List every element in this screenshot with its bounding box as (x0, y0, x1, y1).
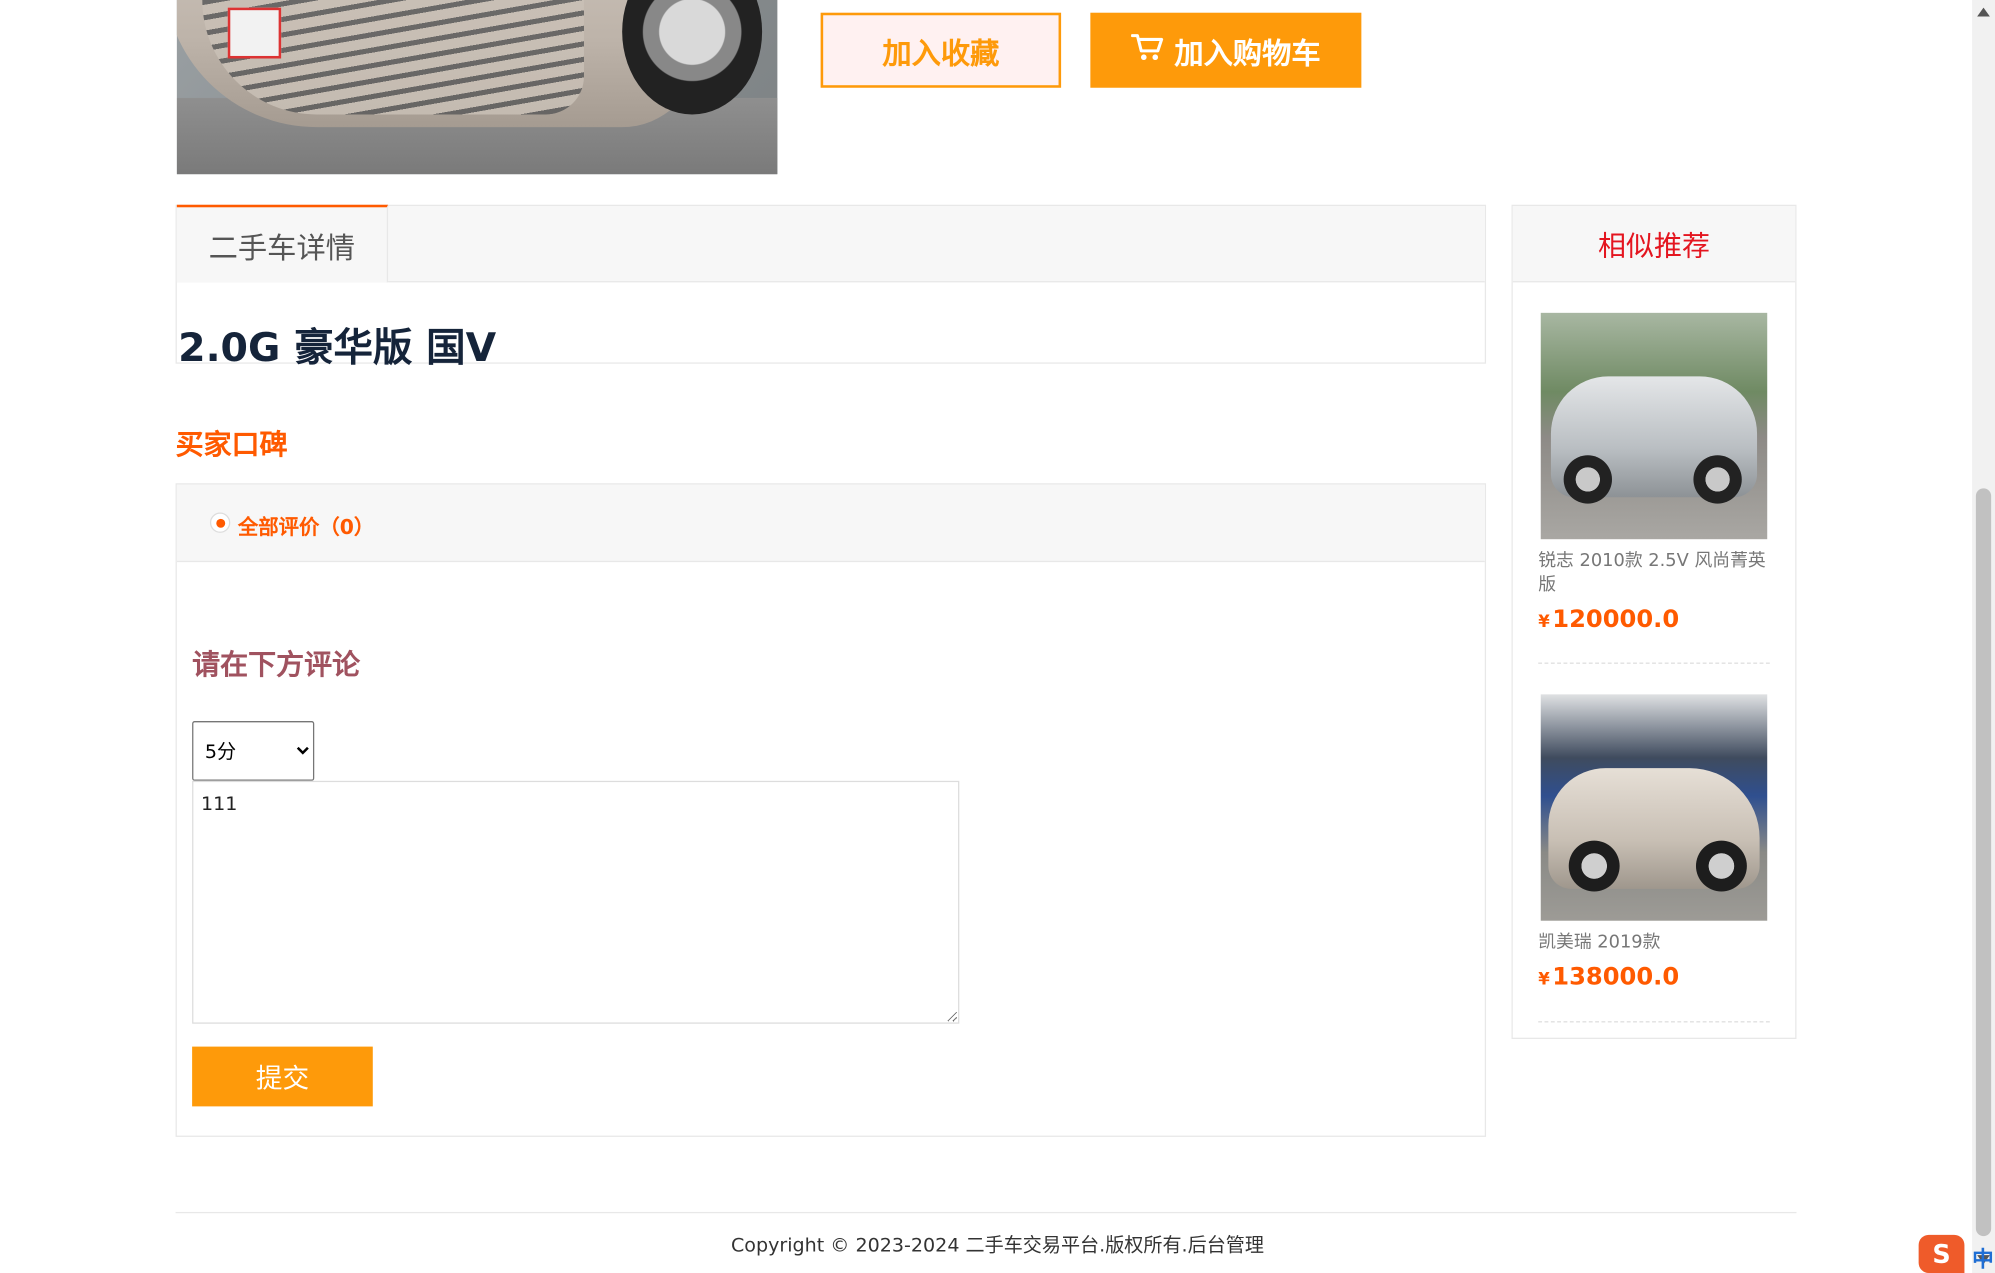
sidebar-title: 相似推荐 (1512, 206, 1796, 283)
admin-link[interactable]: 后台管理 (1188, 1234, 1264, 1257)
scrollbar-thumb[interactable] (1975, 488, 1992, 1237)
product-image-plate (227, 7, 282, 59)
product-image[interactable] (176, 0, 778, 175)
similar-recommendations: 相似推荐 锐志 2010款 2.5V 风尚菁英版 ¥120000.0 凯美瑞 2… (1511, 204, 1797, 1039)
recommendation-item[interactable]: 凯美瑞 2019款 ¥138000.0 (1538, 694, 1770, 1023)
score-select[interactable]: 5分 (192, 721, 315, 781)
wheel-shape (1693, 455, 1742, 504)
reviews-panel: 全部评价（0） 请在下方评论 5分 111 提交 (175, 483, 1487, 1137)
comment-heading: 请在下方评论 (192, 649, 361, 682)
wheel-shape (1568, 840, 1620, 892)
recommendation-name[interactable]: 锐志 2010款 2.5V 风尚菁英版 (1538, 549, 1770, 597)
currency-symbol: ¥ (1538, 970, 1550, 990)
all-reviews-radio[interactable] (209, 512, 231, 533)
copyright-text: Copyright © 2023-2024 二手车交易平台.版权所有. (730, 1233, 1188, 1257)
price-value: 120000.0 (1552, 605, 1680, 634)
buyer-reviews-title: 买家口碑 (175, 429, 288, 462)
recommendation-name[interactable]: 凯美瑞 2019款 (1538, 931, 1770, 955)
comment-textarea[interactable]: 111 (192, 780, 960, 1024)
footer: Copyright © 2023-2024 二手车交易平台.版权所有.后台管理 (0, 1231, 1995, 1258)
add-to-favorites-label: 加入收藏 (882, 37, 1000, 71)
recommendation-price: ¥138000.0 (1538, 963, 1770, 991)
add-to-cart-label: 加入购物车 (1174, 37, 1321, 71)
tab-car-detail[interactable]: 二手车详情 (176, 204, 389, 283)
cart-icon (1130, 31, 1164, 69)
add-to-cart-button[interactable]: 加入购物车 (1090, 12, 1362, 88)
recommendation-image[interactable] (1540, 694, 1768, 921)
recommendation-price: ¥120000.0 (1538, 605, 1770, 633)
ime-toolbar[interactable]: S 中 (1918, 1234, 1995, 1273)
car-detail-panel: 二手车详情 2.0G 豪华版 国V (175, 204, 1487, 371)
submit-button[interactable]: 提交 (192, 1046, 373, 1107)
currency-symbol: ¥ (1538, 612, 1550, 633)
review-filter-bar: 全部评价（0） (176, 484, 1485, 563)
wheel-shape (1695, 840, 1747, 892)
recommendation-image[interactable] (1540, 312, 1768, 540)
detail-tab-bar: 二手车详情 (176, 204, 1485, 283)
ime-logo-icon[interactable]: S (1918, 1234, 1965, 1273)
wheel-shape (1563, 455, 1613, 504)
vertical-scrollbar[interactable] (1972, 0, 1995, 1273)
ime-mode-indicator[interactable]: 中 (1972, 1241, 1994, 1273)
scroll-up-arrow-icon[interactable] (1977, 7, 1990, 17)
car-title: 2.0G 豪华版 国V (178, 325, 497, 372)
add-to-favorites-button[interactable]: 加入收藏 (820, 12, 1062, 88)
recommendation-item[interactable]: 锐志 2010款 2.5V 风尚菁英版 ¥120000.0 (1538, 312, 1770, 664)
footer-divider (175, 1211, 1797, 1214)
all-reviews-label[interactable]: 全部评价（0） (238, 510, 374, 541)
page: 加入收藏 加入购物车 二手车详情 2.0G 豪华版 国V 买家口碑 全部评价（0… (0, 0, 1995, 1273)
price-value: 138000.0 (1552, 962, 1680, 991)
